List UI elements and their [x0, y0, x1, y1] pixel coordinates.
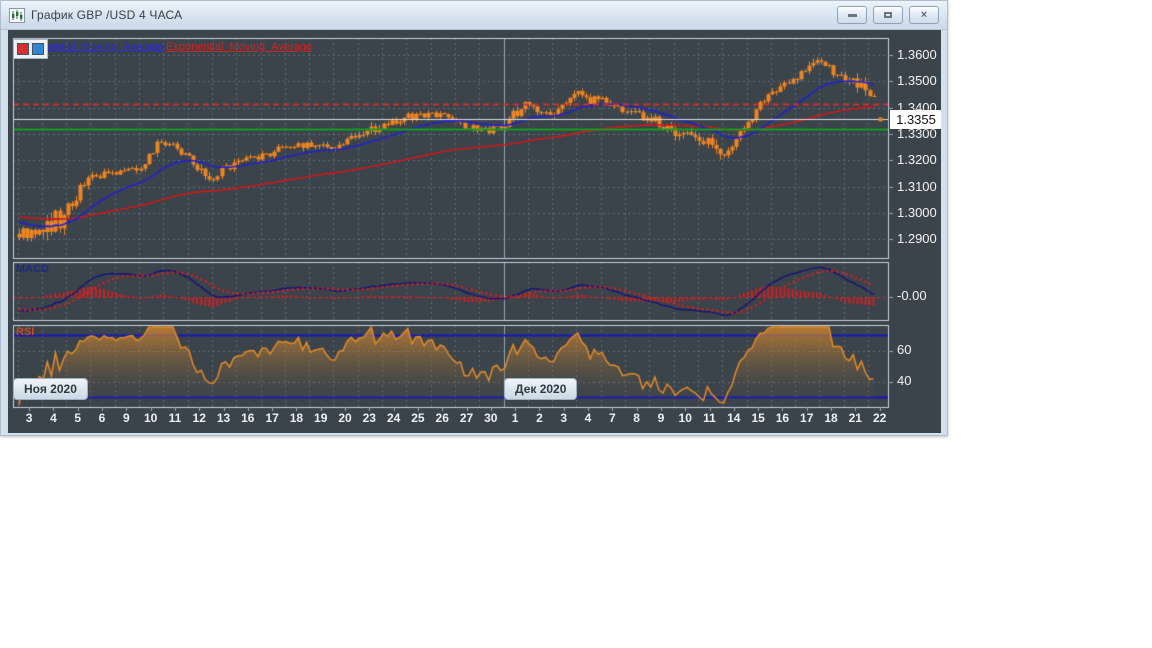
date-axis-label: 4: [584, 411, 592, 425]
current-price-tag: 1.3355: [890, 110, 941, 129]
date-axis-label: 2: [536, 411, 543, 425]
date-axis-label: 26: [435, 411, 449, 425]
date-axis-label: 10: [143, 411, 158, 425]
date-axis-label: 3: [25, 411, 33, 425]
date-axis-label: 15: [751, 411, 765, 425]
date-axis-label: 1: [511, 411, 519, 425]
price-axis-label: 1.3000: [897, 204, 937, 220]
date-axis-label: 3: [560, 411, 568, 425]
date-axis-label: 20: [338, 411, 352, 425]
chart-client-area: Exponential_Moving_Average Exponential_M…: [8, 30, 941, 433]
price-chart-canvas[interactable]: [8, 30, 941, 433]
window-controls: ×: [837, 6, 939, 24]
chart-window: График GBP /USD 4 ЧАСА × Exponential_Mov…: [0, 0, 948, 436]
macd-value-label: -0.00: [897, 288, 927, 303]
date-axis-label: 16: [775, 411, 790, 425]
date-axis-label: 30: [484, 411, 498, 425]
date-axis-label: 21: [848, 411, 862, 425]
price-axis-label: 1.2900: [897, 231, 937, 247]
date-axis-label: 19: [314, 411, 328, 425]
blue-indicator-chip[interactable]: [32, 43, 44, 55]
desktop: График GBP /USD 4 ЧАСА × Exponential_Mov…: [0, 0, 1152, 648]
close-button[interactable]: ×: [909, 6, 939, 24]
rsi-level-60-label: 60: [897, 342, 912, 357]
legend-chips[interactable]: [13, 39, 48, 59]
month-label-dec: Дек 2020: [504, 378, 578, 400]
title-bar[interactable]: График GBP /USD 4 ЧАСА ×: [1, 1, 947, 30]
price-axis-label: 1.3500: [897, 73, 937, 89]
date-axis-label: 11: [703, 411, 716, 425]
date-axis-label: 17: [800, 411, 814, 425]
date-axis-label: 22: [872, 411, 887, 425]
date-axis-label: 6: [98, 411, 106, 425]
price-axis-label: 1.3600: [897, 47, 937, 62]
rsi-level-40-label: 40: [897, 373, 912, 388]
date-axis-label: 18: [289, 411, 304, 425]
restore-button[interactable]: [873, 6, 903, 24]
red-indicator-chip[interactable]: [17, 43, 29, 55]
date-axis-label: 8: [633, 411, 640, 425]
minimize-icon: [847, 13, 857, 17]
date-axis-label: 27: [459, 411, 474, 425]
date-axis-label: 18: [824, 411, 838, 425]
date-axis-label: 25: [411, 411, 425, 425]
date-axis-label: 5: [74, 411, 82, 425]
date-axis-label: 17: [265, 411, 279, 425]
rsi-panel-title: RSI: [16, 326, 35, 338]
price-axis-label: 1.3200: [897, 152, 937, 168]
date-axis-label: 16: [241, 411, 255, 425]
date-axis-label: 12: [192, 411, 206, 425]
chart-icon: [9, 7, 25, 23]
date-axis-label: 4: [50, 411, 57, 425]
legend-ema-slow-label: Exponential_Moving_Average: [166, 41, 312, 53]
date-axis-label: 24: [386, 411, 401, 425]
date-axis-label: 14: [727, 411, 741, 425]
date-axis-label: 13: [216, 411, 231, 425]
minimize-button[interactable]: [837, 6, 867, 24]
price-axis-label: 1.3100: [897, 178, 937, 194]
close-icon: ×: [920, 8, 928, 21]
restore-icon: [884, 12, 892, 18]
window-title: График GBP /USD 4 ЧАСА: [31, 8, 183, 22]
date-axis-label: 11: [168, 411, 182, 425]
date-axis-label: 9: [122, 411, 130, 425]
date-axis-label: 9: [657, 411, 665, 425]
macd-panel-title: MACD: [16, 263, 49, 275]
date-axis-label: 23: [362, 411, 376, 425]
month-label-nov: Ноя 2020: [13, 378, 88, 400]
date-axis-label: 10: [678, 411, 692, 425]
date-axis-label: 7: [608, 411, 616, 425]
